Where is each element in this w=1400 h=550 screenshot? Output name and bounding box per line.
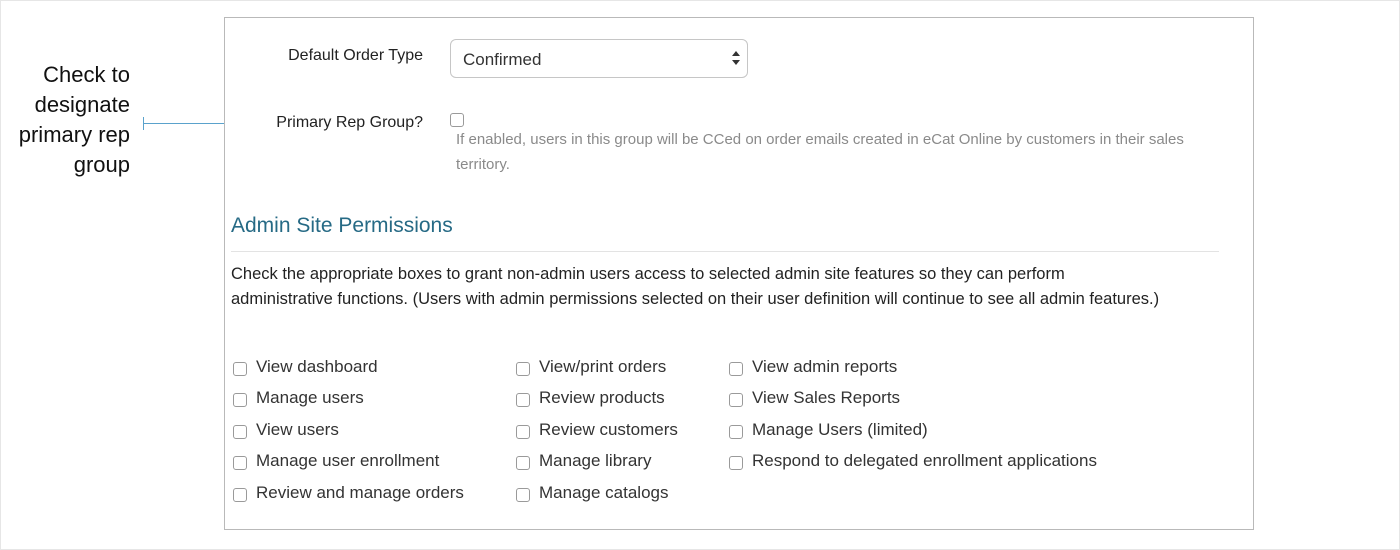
permission-checkbox[interactable] [516,487,530,502]
permission-view-print-orders[interactable]: View/print orders [516,351,678,383]
permission-label: Review customers [539,419,678,439]
permission-respond-delegated-enrollment[interactable]: Respond to delegated enrollment applicat… [729,446,1097,478]
permission-checkbox[interactable] [516,424,530,439]
section-divider [231,251,1219,252]
permission-label: Manage users [256,388,364,408]
default-order-type-label: Default Order Type [288,47,423,64]
permission-label: Manage user enrollment [256,451,440,471]
permission-manage-users-limited[interactable]: Manage Users (limited) [729,414,1097,446]
permission-review-customers[interactable]: Review customers [516,414,678,446]
permission-checkbox[interactable] [233,361,247,376]
default-order-type-select[interactable]: Confirmed [450,39,748,78]
admin-permissions-title: Admin Site Permissions [231,214,453,237]
permissions-column-3: View admin reports View Sales Reports Ma… [729,351,1097,477]
permission-label: Respond to delegated enrollment applicat… [752,451,1097,471]
permission-manage-users[interactable]: Manage users [233,383,464,415]
permission-review-products[interactable]: Review products [516,383,678,415]
permission-checkbox[interactable] [516,361,530,376]
permission-checkbox[interactable] [729,393,743,408]
permission-label: View/print orders [539,356,667,376]
permissions-column-2: View/print orders Review products Review… [516,351,678,509]
select-value: Confirmed [463,50,542,69]
callout-line-1: Check to [43,62,130,87]
permissions-column-1: View dashboard Manage users View users M… [233,351,464,509]
permission-label: Manage catalogs [539,482,669,502]
permission-view-sales-reports[interactable]: View Sales Reports [729,383,1097,415]
permission-label: Manage Users (limited) [752,419,928,439]
primary-rep-group-help: If enabled, users in this group will be … [456,131,1184,173]
permission-checkbox[interactable] [729,361,743,376]
permission-label: Review and manage orders [256,482,464,502]
permission-checkbox[interactable] [516,393,530,408]
callout-line-4: group [73,152,130,177]
permission-review-manage-orders[interactable]: Review and manage orders [233,477,464,509]
primary-rep-group-checkbox[interactable] [450,113,464,127]
group-settings-panel: Default Order Type Confirmed Primary Rep… [224,17,1254,530]
callout-annotation: Check to designate primary rep group [0,60,130,180]
select-arrows-icon [732,51,740,65]
admin-permissions-description: Check the appropriate boxes to grant non… [231,265,1160,308]
permission-checkbox[interactable] [729,456,743,471]
primary-rep-group-label: Primary Rep Group? [276,114,423,131]
permission-view-admin-reports[interactable]: View admin reports [729,351,1097,383]
permission-checkbox[interactable] [729,424,743,439]
permission-label: View dashboard [256,356,378,376]
permission-checkbox[interactable] [233,393,247,408]
permission-manage-library[interactable]: Manage library [516,446,678,478]
permission-label: View users [256,419,339,439]
permission-checkbox[interactable] [233,487,247,502]
permission-manage-user-enrollment[interactable]: Manage user enrollment [233,446,464,478]
callout-line-2: designate [34,92,130,117]
permission-label: Manage library [539,451,652,471]
permission-label: View admin reports [752,356,898,376]
permission-label: Review products [539,388,665,408]
permission-view-users[interactable]: View users [233,414,464,446]
permission-checkbox[interactable] [233,424,247,439]
permission-checkbox[interactable] [516,456,530,471]
permission-manage-catalogs[interactable]: Manage catalogs [516,477,678,509]
permission-view-dashboard[interactable]: View dashboard [233,351,464,383]
permission-checkbox[interactable] [233,456,247,471]
permission-label: View Sales Reports [752,388,901,408]
callout-line-3: primary rep [18,122,130,147]
